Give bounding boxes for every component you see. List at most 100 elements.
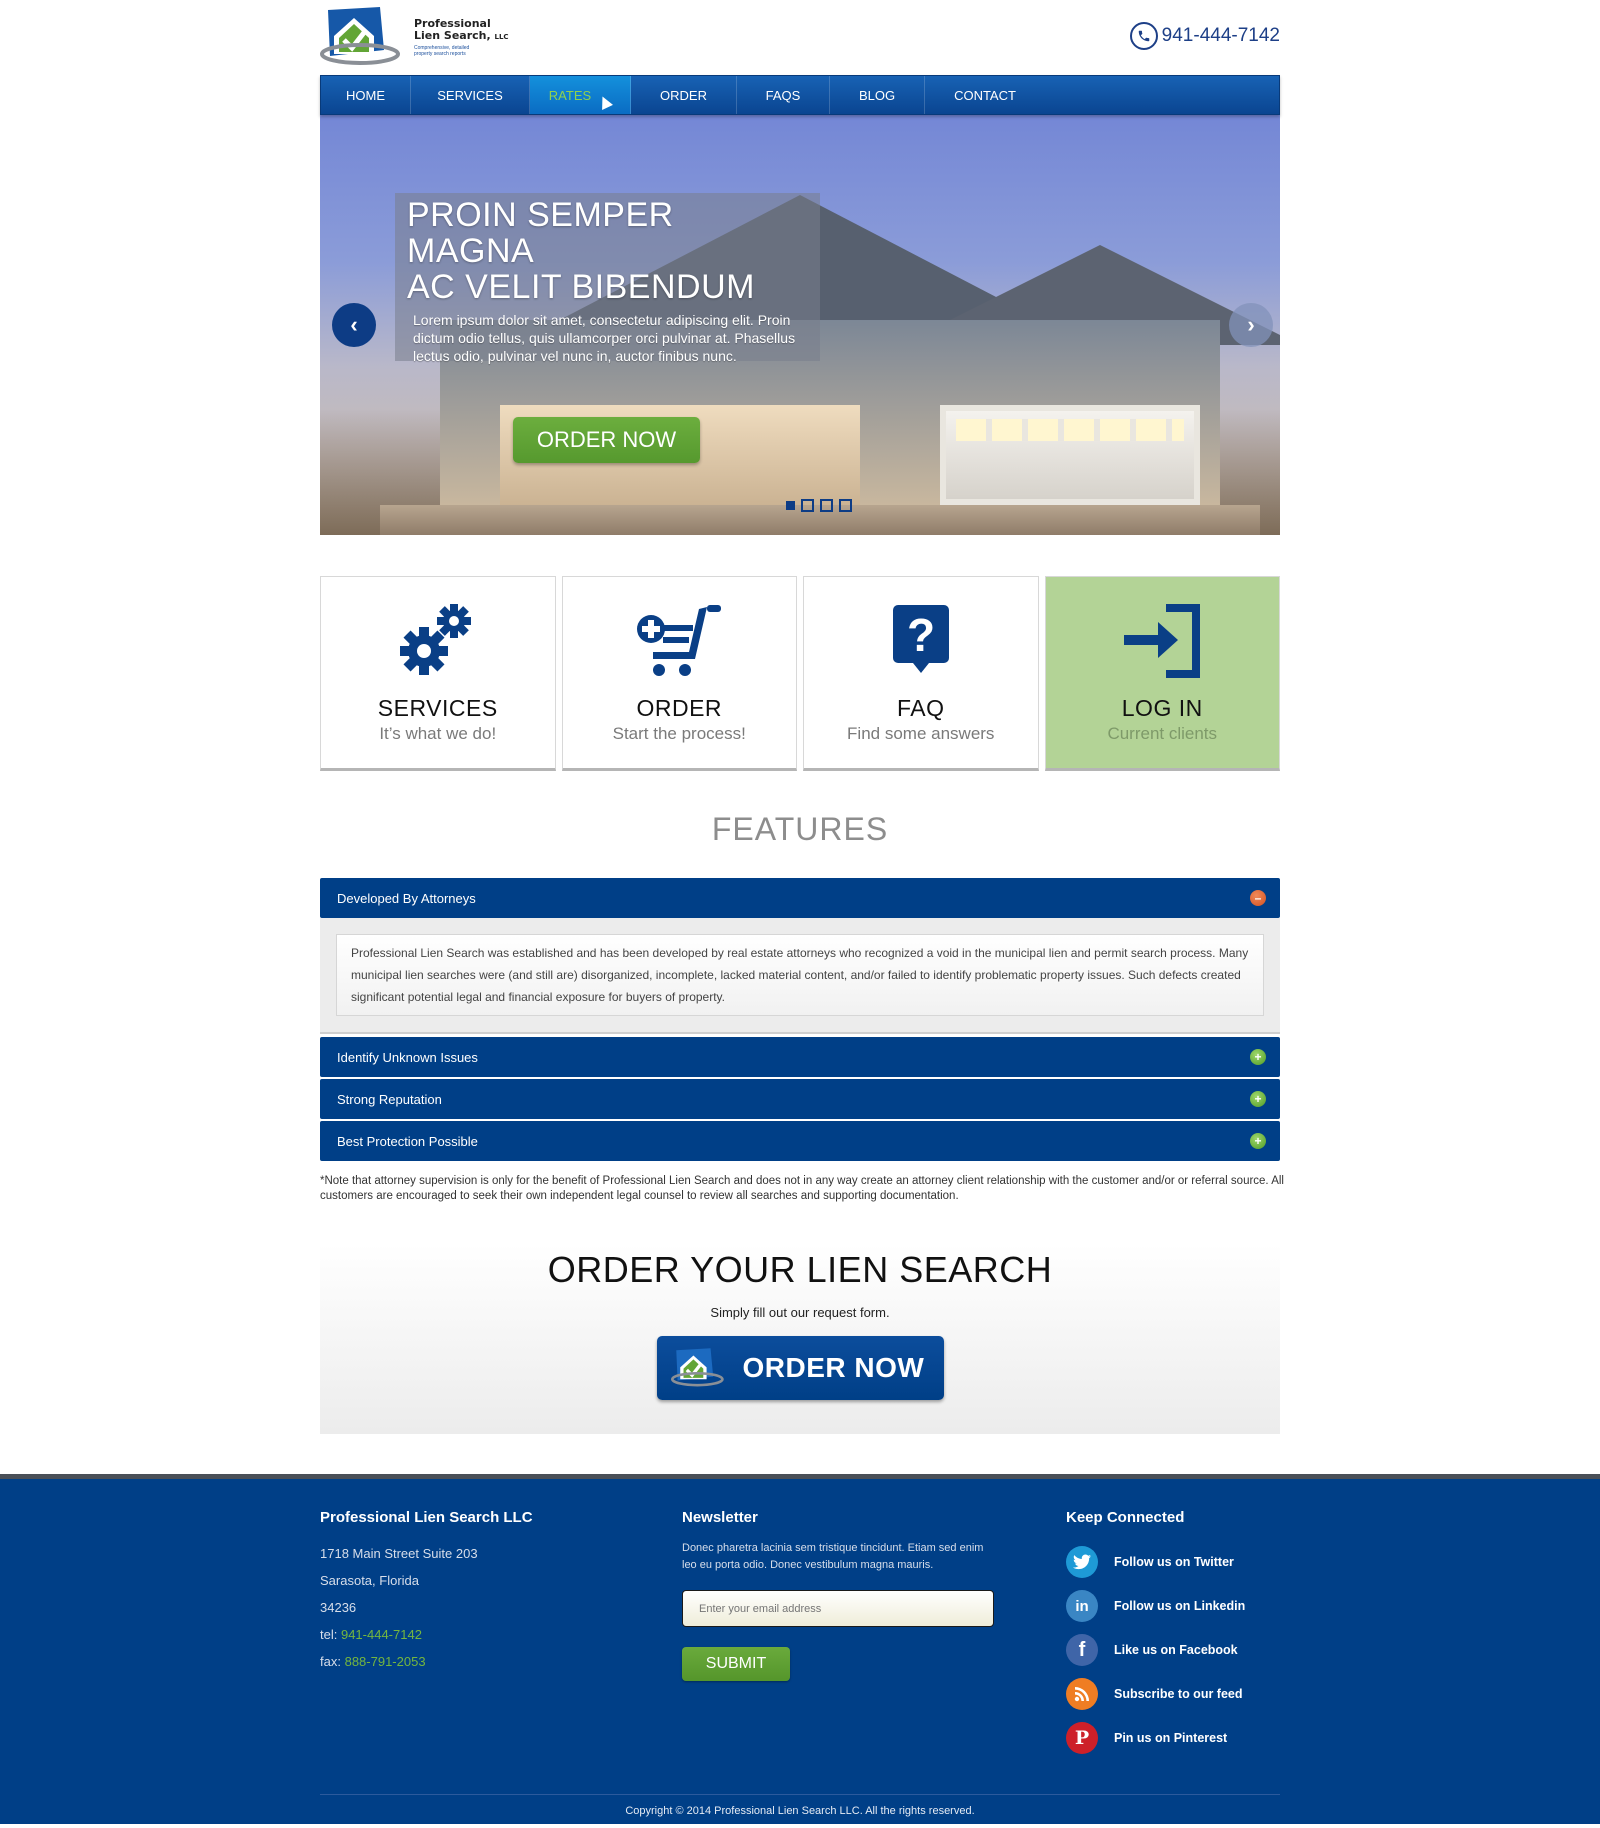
nav-label: FAQS xyxy=(765,87,801,103)
slider-pagination xyxy=(786,499,852,512)
slide-title-line2: AC VELIT BIBENDUM xyxy=(407,268,755,306)
cta-button-label: ORDER NOW xyxy=(742,1352,925,1383)
accordion-title: Developed By Attorneys xyxy=(337,890,476,906)
nav-item-blog[interactable]: BLOG xyxy=(830,76,925,114)
expand-icon[interactable]: + xyxy=(1250,1133,1266,1149)
features-heading: FEATURES xyxy=(711,811,889,847)
slider-dot-1[interactable] xyxy=(786,501,795,510)
nav-item-home[interactable]: HOME xyxy=(321,76,411,114)
nav-item-services[interactable]: SERVICES xyxy=(411,76,530,114)
tile-services[interactable]: SERVICES It’s what we do! xyxy=(320,576,556,771)
attorney-disclaimer: *Note that attorney supervision is only … xyxy=(320,1175,1284,1202)
footer-company-heading: Professional Lien Search LLC xyxy=(320,1509,533,1526)
expand-icon[interactable]: + xyxy=(1250,1049,1266,1065)
slider-dot-4[interactable] xyxy=(839,499,852,512)
tile-title: SERVICES xyxy=(377,695,498,721)
social-link-rss[interactable]: Subscribe to our feed xyxy=(1066,1672,1280,1716)
logo-name-line2: Lien Search, xyxy=(414,28,491,42)
hero-order-now-button[interactable]: ORDER NOW xyxy=(513,417,700,463)
svg-text:?: ? xyxy=(907,609,935,661)
pinterest-icon: P xyxy=(1066,1722,1098,1754)
login-icon xyxy=(1122,601,1202,681)
hero-slider: PROIN SEMPER MAGNA AC VELIT BIBENDUM Lor… xyxy=(320,115,1280,535)
tile-faq[interactable]: ? FAQ Find some answers xyxy=(803,576,1039,771)
nav-item-contact[interactable]: CONTACT xyxy=(925,76,1045,114)
tile-title: FAQ xyxy=(896,695,945,721)
slide-text: Lorem ipsum dolor sit amet, consectetur … xyxy=(413,312,796,364)
nav-label: ORDER xyxy=(660,87,707,103)
site-footer: Professional Lien Search LLC 1718 Main S… xyxy=(0,1474,1600,1824)
slider-dot-2[interactable] xyxy=(801,499,814,512)
social-label: Pin us on Pinterest xyxy=(1114,1731,1228,1745)
collapse-icon[interactable]: – xyxy=(1250,890,1266,906)
social-link-pinterest[interactable]: P Pin us on Pinterest xyxy=(1066,1716,1280,1760)
social-link-twitter[interactable]: Follow us on Twitter xyxy=(1066,1540,1280,1584)
site-logo[interactable]: Professional Lien Search, LLC Comprehens… xyxy=(320,6,509,68)
nav-item-faqs[interactable]: FAQS xyxy=(737,76,830,114)
footer-address2: Sarasota, Florida xyxy=(320,1573,419,1588)
tile-subtitle: Current clients xyxy=(1107,724,1218,743)
phone-number: 941-444-7142 xyxy=(1161,25,1280,46)
tile-subtitle: Find some answers xyxy=(847,724,995,743)
accordion-panel-text: Professional Lien Search was established… xyxy=(336,934,1264,1016)
header-phone[interactable]: 941-444-7142 xyxy=(1129,22,1280,50)
accordion-title: Identify Unknown Issues xyxy=(337,1049,478,1065)
tile-title: ORDER xyxy=(636,695,723,721)
chevron-right-icon: › xyxy=(1247,312,1255,337)
accordion-title: Strong Reputation xyxy=(337,1091,442,1107)
footer-tel-link[interactable]: 941-444-7142 xyxy=(341,1627,422,1642)
cta-subtitle: Simply fill out our request form. xyxy=(710,1305,890,1320)
newsletter-heading: Newsletter xyxy=(682,1509,758,1526)
logo-suffix: LLC xyxy=(494,32,509,41)
house-check-logo-icon xyxy=(320,7,400,65)
linkedin-icon: in xyxy=(1066,1590,1098,1622)
social-label: Follow us on Twitter xyxy=(1114,1555,1234,1569)
footer-newsletter: Newsletter Donec pharetra lacinia sem tr… xyxy=(682,1509,1066,1760)
question-bubble-icon: ? xyxy=(891,601,951,681)
rss-icon xyxy=(1066,1678,1098,1710)
features-accordion: Developed By Attorneys – Professional Li… xyxy=(320,878,1280,1161)
tile-order[interactable]: ORDER Start the process! xyxy=(561,576,797,771)
logo-tagline: Comprehensive, detailed property search … xyxy=(414,44,470,57)
cta-order-now-button[interactable]: ORDER NOW xyxy=(656,1336,944,1400)
accordion-header-best-protection-possible[interactable]: Best Protection Possible + xyxy=(320,1121,1280,1161)
accordion-header-developed-by-attorneys[interactable]: Developed By Attorneys – xyxy=(320,878,1280,918)
tile-title: LOG IN xyxy=(1121,695,1203,721)
social-link-facebook[interactable]: f Like us on Facebook xyxy=(1066,1628,1280,1672)
expand-icon[interactable]: + xyxy=(1250,1091,1266,1107)
social-link-linkedin[interactable]: in Follow us on Linkedin xyxy=(1066,1584,1280,1628)
copyright: Copyright © 2014 Professional Lien Searc… xyxy=(320,1794,1280,1817)
tile-login[interactable]: LOG IN Current clients xyxy=(1044,576,1280,771)
nav-item-order[interactable]: ORDER xyxy=(631,76,737,114)
site-header: Professional Lien Search, LLC Comprehens… xyxy=(320,0,1280,75)
accordion-title: Best Protection Possible xyxy=(337,1133,478,1149)
nav-label: CONTACT xyxy=(954,87,1016,103)
house-check-logo-icon xyxy=(670,1348,724,1387)
footer-fax-link[interactable]: 888-791-2053 xyxy=(345,1654,426,1669)
cart-plus-icon xyxy=(635,601,723,681)
footer-social: Keep Connected Follow us on Twitter in F… xyxy=(1066,1509,1280,1760)
accordion-header-strong-reputation[interactable]: Strong Reputation + xyxy=(320,1079,1280,1119)
slider-prev-button[interactable]: ‹ xyxy=(332,303,376,347)
tile-subtitle: It’s what we do! xyxy=(379,724,497,743)
newsletter-submit-button[interactable]: SUBMIT xyxy=(682,1647,790,1681)
slide-caption: PROIN SEMPER MAGNA AC VELIT BIBENDUM Lor… xyxy=(395,193,820,364)
social-label: Like us on Facebook xyxy=(1114,1643,1238,1657)
footer-tel-label: tel: xyxy=(320,1627,338,1642)
social-label: Subscribe to our feed xyxy=(1114,1687,1243,1701)
accordion-header-identify-unknown-issues[interactable]: Identify Unknown Issues + xyxy=(320,1037,1280,1077)
nav-item-rates[interactable]: RATES xyxy=(530,76,631,114)
nav-label: RATES xyxy=(548,87,592,103)
slider-dot-3[interactable] xyxy=(820,499,833,512)
footer-zip: 34236 xyxy=(320,1600,357,1615)
slider-next-button[interactable]: › xyxy=(1229,303,1273,347)
quick-links: SERVICES It’s what we do! ORDER Start th… xyxy=(320,576,1280,771)
newsletter-text: Donec pharetra lacinia sem tristique tin… xyxy=(682,1542,984,1571)
accordion-panel: Professional Lien Search was established… xyxy=(320,918,1280,1034)
footer-address1: 1718 Main Street Suite 203 xyxy=(320,1546,478,1561)
main-nav: HOME SERVICES RATES ORDER FAQS BLOG CONT… xyxy=(320,75,1280,115)
social-heading: Keep Connected xyxy=(1066,1509,1185,1526)
newsletter-email-input[interactable] xyxy=(682,1590,994,1627)
phone-icon xyxy=(1129,22,1158,50)
chevron-left-icon: ‹ xyxy=(350,312,358,337)
